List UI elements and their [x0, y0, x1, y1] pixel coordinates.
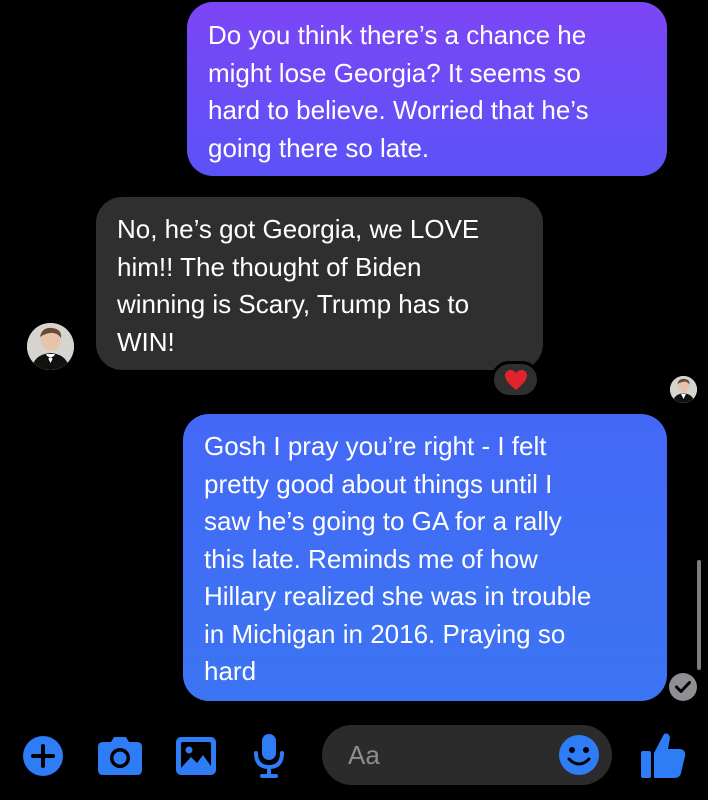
photo-icon: [176, 737, 216, 775]
contact-photo: [27, 323, 74, 370]
outgoing-message-bubble[interactable]: Gosh I pray you’re right - I felt pretty…: [183, 414, 667, 701]
heart-icon: [504, 369, 527, 390]
sent-check-icon: [669, 673, 697, 701]
gallery-button[interactable]: [175, 736, 217, 776]
contact-avatar[interactable]: [27, 323, 74, 370]
camera-button[interactable]: [97, 736, 143, 776]
emoji-button[interactable]: [558, 734, 600, 776]
microphone-icon: [254, 734, 284, 778]
scrollbar[interactable]: [697, 560, 701, 670]
incoming-message-bubble[interactable]: No, he’s got Georgia, we LOVE him!! The …: [96, 197, 543, 370]
message-composer[interactable]: Aa: [322, 725, 612, 785]
read-receipt-avatar: [670, 376, 697, 403]
read-receipt-photo: [670, 376, 697, 403]
like-button[interactable]: [640, 731, 686, 779]
heart-reaction-badge[interactable]: [491, 361, 540, 398]
thumbs-up-icon: [641, 733, 686, 778]
voice-button[interactable]: [253, 733, 285, 779]
add-button[interactable]: [22, 735, 64, 777]
outgoing-message-bubble[interactable]: Do you think there’s a chance he might l…: [187, 2, 667, 176]
plus-icon: [23, 736, 63, 776]
camera-icon: [98, 737, 142, 775]
message-input[interactable]: Aa: [348, 725, 548, 785]
emoji-icon: [559, 735, 599, 775]
